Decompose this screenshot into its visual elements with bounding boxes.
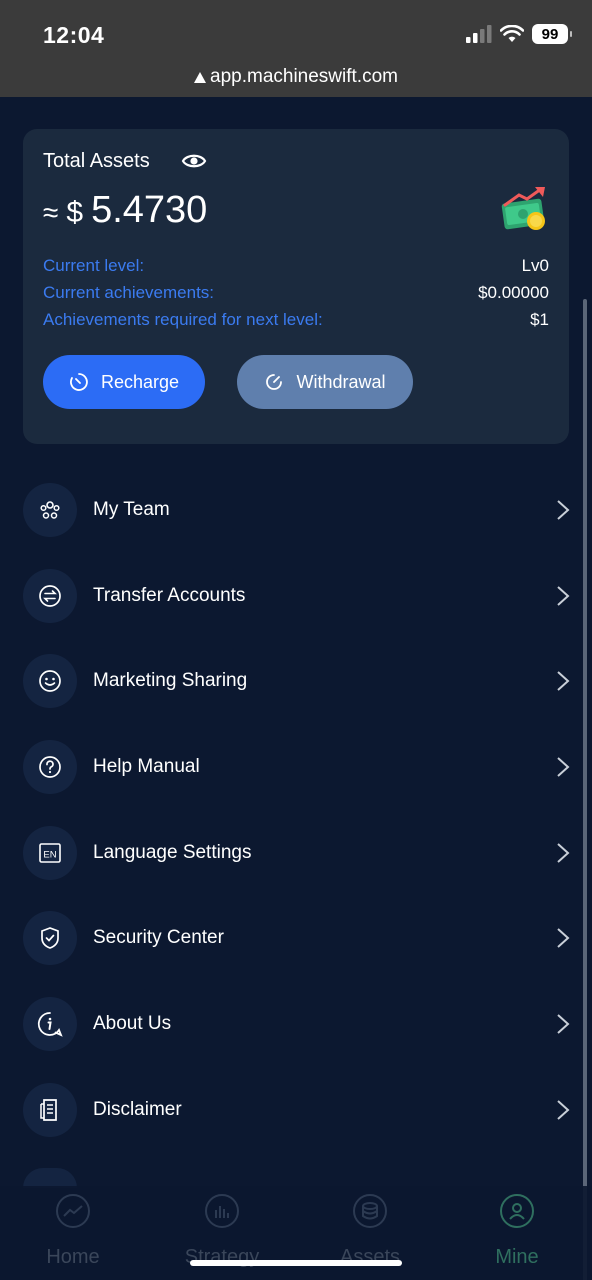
menu-label: Transfer Accounts [93,585,246,606]
chevron-right-icon [557,500,570,520]
info-icon [23,997,77,1051]
status-icons: 99 [466,24,572,44]
nav-strategy[interactable]: Strategy [167,1194,277,1269]
shield-icon [23,911,77,965]
battery-indicator: 99 [532,24,572,44]
chevron-right-icon [557,671,570,691]
menu-item-language-settings[interactable]: EN Language Settings [0,817,592,889]
current-level-row: Current level: Lv0 [43,256,549,276]
chart-line-icon [56,1194,90,1228]
info-value: $1 [530,310,549,329]
nav-home[interactable]: Home [18,1194,128,1269]
recharge-label: Recharge [100,371,180,392]
language-icon-text: EN [43,850,56,861]
total-assets-card: Total Assets ≈ $ 5.4730 Current level: L… [23,129,569,444]
status-time: 12:04 [43,22,105,48]
eye-icon[interactable] [181,151,207,171]
currency-symbol: $ [66,196,84,229]
recharge-icon [70,373,88,391]
chevron-right-icon [557,928,570,948]
recharge-button[interactable]: Recharge [43,355,205,409]
nav-assets[interactable]: Assets [315,1194,425,1269]
team-icon [23,483,77,537]
nav-label: Mine [495,1246,539,1268]
next-level-row: Achievements required for next level: $1 [43,310,549,330]
nav-label: Home [46,1246,100,1268]
chevron-right-icon [557,1014,570,1034]
user-icon [500,1194,534,1228]
approx-symbol: ≈ [43,197,59,228]
menu-item-transfer-accounts[interactable]: Transfer Accounts [0,560,592,632]
home-indicator[interactable] [190,1260,402,1266]
signal-icon [466,25,492,43]
smile-icon [23,654,77,708]
menu-item-marketing-sharing[interactable]: Marketing Sharing [0,645,592,717]
info-label: Achievements required for next level: [43,310,323,329]
info-value: Lv0 [521,256,549,275]
chevron-right-icon [557,1100,570,1120]
withdrawal-button[interactable]: Withdrawal [237,355,413,409]
mine-page: Total Assets ≈ $ 5.4730 Current level: L… [0,97,592,1280]
menu-item-security-center[interactable]: Security Center [0,902,592,974]
menu-label: Disclaimer [93,1099,182,1120]
chevron-right-icon [557,757,570,777]
chart-bar-icon [205,1194,239,1228]
menu-label: Help Manual [93,756,200,777]
url-bar[interactable]: app.machineswift.com [0,66,592,88]
chevron-right-icon [557,843,570,863]
menu-label: About Us [93,1013,172,1034]
menu-item-partial [23,1168,77,1188]
browser-top-bar: 12:04 99 app.machineswift.com [0,0,592,97]
balance-amount: 5.4730 [91,189,208,231]
withdrawal-label: Withdrawal [296,371,386,392]
language-icon: EN [23,826,77,880]
info-label: Current level: [43,256,145,275]
chevron-right-icon [557,586,570,606]
menu-item-help-manual[interactable]: Help Manual [0,731,592,803]
menu-item-disclaimer[interactable]: Disclaimer [0,1074,592,1146]
info-label: Current achievements: [43,283,215,302]
menu-label: Security Center [93,927,224,948]
menu-label: My Team [93,499,170,520]
wifi-icon [500,25,524,42]
menu-item-my-team[interactable]: My Team [0,474,592,546]
document-icon [23,1083,77,1137]
nav-mine[interactable]: Mine [462,1194,572,1269]
url-text: app.machineswift.com [210,66,398,87]
warning-icon [194,71,207,83]
cash-growth-icon [501,187,545,230]
menu-label: Language Settings [93,842,252,863]
coins-icon [353,1194,387,1228]
info-value: $0.00000 [478,283,549,302]
menu-label: Marketing Sharing [93,670,248,691]
total-assets-title: Total Assets [43,150,150,172]
transfer-icon [23,569,77,623]
withdrawal-icon [266,374,283,390]
current-achievements-row: Current achievements: $0.00000 [43,283,549,303]
menu-item-about-us[interactable]: About Us [0,988,592,1060]
balance: ≈ $ 5.4730 [43,189,207,232]
question-icon [23,740,77,794]
